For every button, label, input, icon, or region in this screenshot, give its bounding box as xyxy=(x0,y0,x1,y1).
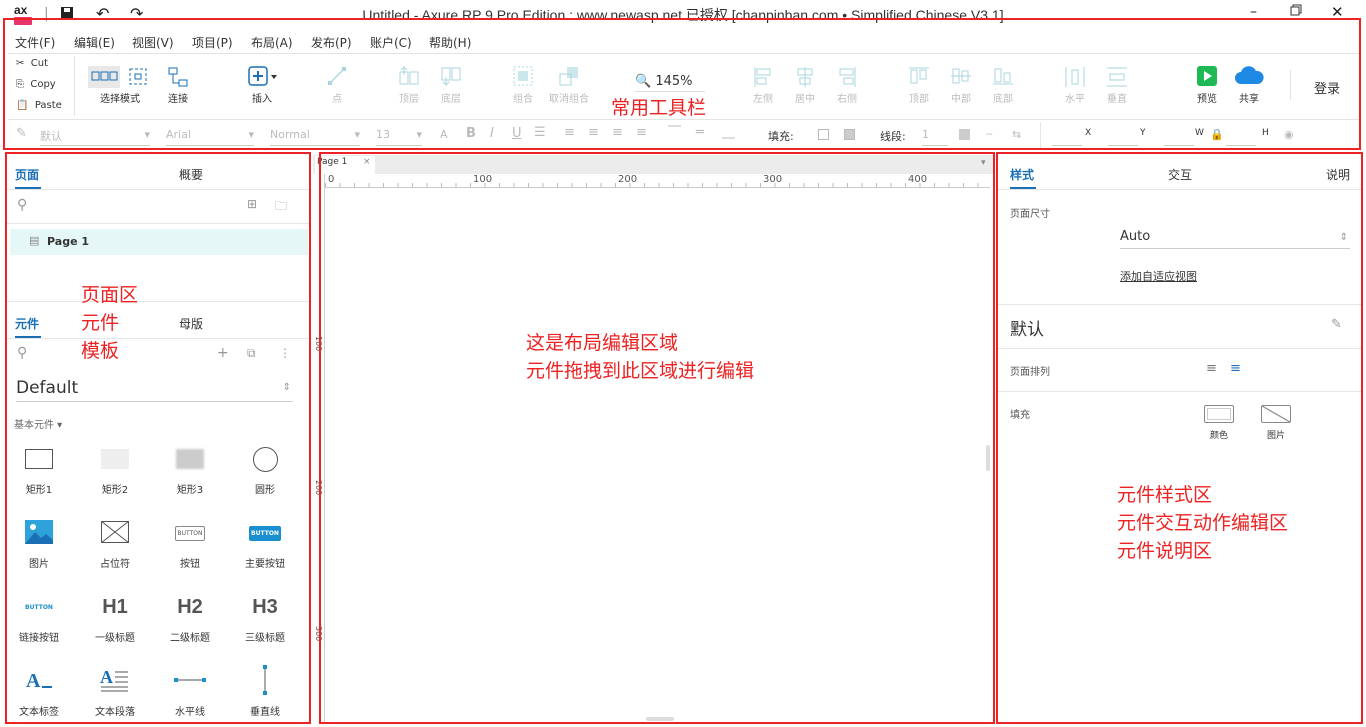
annotation-left-line1: 页面区 xyxy=(81,284,139,306)
annotation-canvas-line1: 这是布局编辑区域 xyxy=(526,332,679,354)
right-panel-highlight-box xyxy=(996,152,1363,724)
annotation-right-line3: 元件说明区 xyxy=(1117,540,1213,562)
left-panel-highlight-box xyxy=(5,152,311,724)
annotation-right-line2: 元件交互动作编辑区 xyxy=(1117,512,1289,534)
canvas-highlight-box xyxy=(319,152,995,724)
annotation-right-line1: 元件样式区 xyxy=(1117,484,1213,506)
annotation-toolbar: 常用工具栏 xyxy=(611,97,707,119)
annotation-canvas-line2: 元件拖拽到此区域进行编辑 xyxy=(526,360,755,382)
annotation-left-line2: 元件 xyxy=(81,312,120,334)
toolbar-highlight-box xyxy=(3,18,1361,150)
annotation-left-line3: 模板 xyxy=(81,340,120,362)
